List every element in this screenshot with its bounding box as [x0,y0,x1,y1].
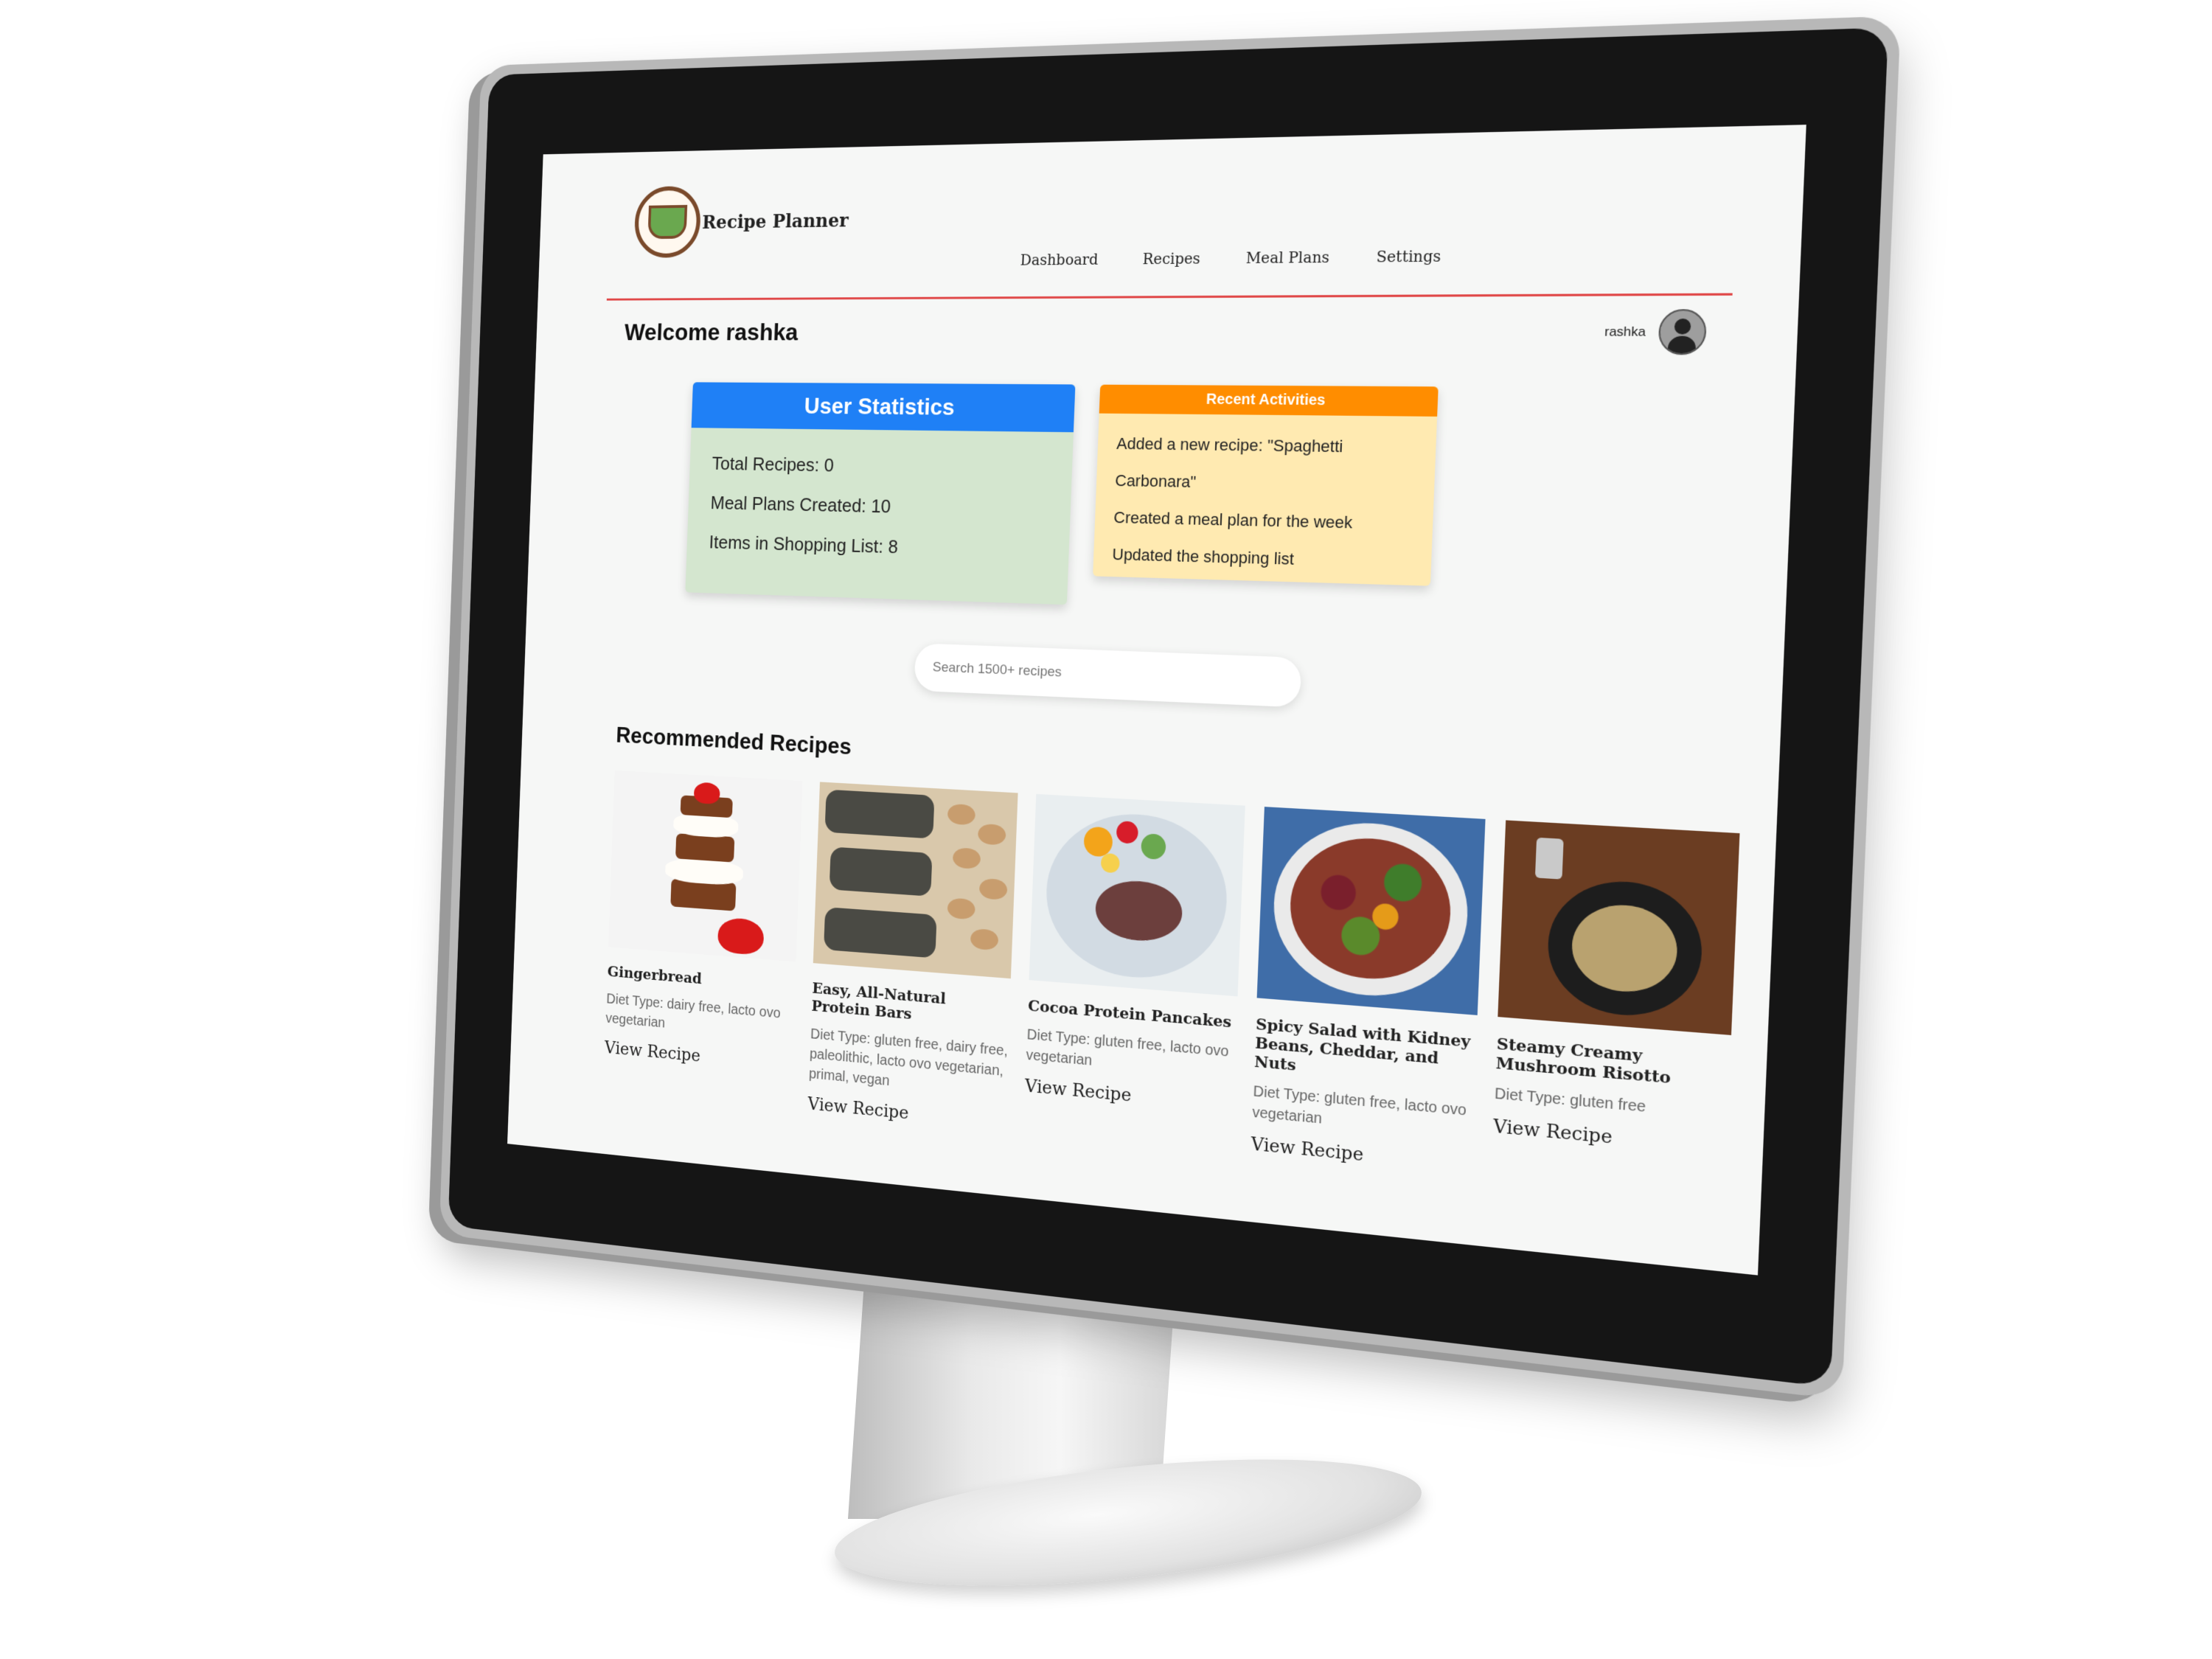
recipe-list: Gingerbread Diet Type: dairy free, lacto… [603,771,1740,1203]
nav-dashboard[interactable]: Dashboard [1020,251,1099,269]
recipe-diet-type: Diet Type: dairy free, lacto ovo vegetar… [605,990,794,1045]
recent-activities-card: Recent Activities Added a new recipe: "S… [1093,385,1439,586]
recipe-diet-type: Diet Type: gluten free, lacto ovo vegeta… [1252,1081,1474,1144]
user-statistics-title: User Statistics [692,382,1076,432]
recipe-diet-type: Diet Type: gluten free, lacto ovo vegeta… [1026,1024,1236,1083]
recipe-image-mushroom-risotto[interactable] [1498,820,1739,1035]
recipe-card: Cocoa Protein Pancakes Diet Type: gluten… [1023,794,1245,1155]
activity-item: Added a new recipe: "Spaghetti Carbonara… [1114,425,1416,505]
recipe-card: Steamy Creamy Mushroom Risotto Diet Type… [1491,820,1739,1203]
recipe-name: Spicy Salad with Kidney Beans, Cheddar, … [1254,1015,1477,1090]
recipe-card: Spicy Salad with Kidney Beans, Cheddar, … [1251,807,1486,1178]
nav-meal-plans[interactable]: Meal Plans [1245,248,1329,267]
welcome-heading: Welcome rashka [624,319,799,347]
recipe-name: Gingerbread [607,962,795,995]
recipe-image-protein-bars[interactable] [813,782,1018,978]
view-recipe-link[interactable]: View Recipe [1251,1133,1364,1165]
app-screen: Recipe Planner Dashboard Recipes Meal Pl… [507,125,1806,1275]
pot-icon [647,205,687,239]
nav-settings[interactable]: Settings [1376,247,1441,266]
recipe-name: Cocoa Protein Pancakes [1028,996,1237,1032]
main-nav: Dashboard Recipes Meal Plans Settings [1020,247,1441,269]
recipe-card: Gingerbread Diet Type: dairy free, lacto… [603,771,803,1112]
app-header: Recipe Planner Dashboard Recipes Meal Pl… [607,158,1739,300]
user-menu[interactable]: rashka [1604,309,1707,355]
activity-item: Updated the shopping list [1112,536,1412,582]
stat-total-recipes: Total Recipes: 0 [712,443,1049,489]
monitor-bezel: Recipe Planner Dashboard Recipes Meal Pl… [448,27,1889,1387]
user-statistics-body: Total Recipes: 0 Meal Plans Created: 10 … [686,428,1074,588]
monitor: Recipe Planner Dashboard Recipes Meal Pl… [439,15,1901,1399]
view-recipe-link[interactable]: View Recipe [807,1093,909,1123]
view-recipe-link[interactable]: View Recipe [1024,1076,1131,1106]
user-statistics-card: User Statistics Total Recipes: 0 Meal Pl… [685,382,1075,605]
nav-recipes[interactable]: Recipes [1142,249,1200,268]
view-recipe-link[interactable]: View Recipe [605,1037,701,1065]
recent-activities-title: Recent Activities [1099,385,1439,417]
view-recipe-link[interactable]: View Recipe [1493,1116,1613,1148]
avatar[interactable] [1658,309,1707,355]
app-logo[interactable] [633,186,701,258]
recent-activities-body: Added a new recipe: "Spaghetti Carbonara… [1093,414,1437,586]
brand-name[interactable]: Recipe Planner [702,210,849,234]
recipe-card: Easy, All-Natural Protein Bars Diet Type… [807,782,1018,1133]
stat-shopping-items: Items in Shopping List: 8 [709,522,1046,571]
recipe-name: Easy, All-Natural Protein Bars [811,978,1010,1031]
recipe-name: Steamy Creamy Mushroom Risotto [1495,1034,1731,1092]
recipe-image-spicy-salad[interactable] [1257,807,1486,1015]
user-name: rashka [1604,324,1646,340]
recommended-recipes-heading: Recommended Recipes [616,722,852,760]
recipe-diet-type: Diet Type: gluten free, dairy free, pale… [809,1024,1009,1102]
recipe-image-gingerbread[interactable] [608,771,803,961]
recipe-search-input[interactable] [914,643,1301,707]
recipe-image-cocoa-pancakes[interactable] [1029,794,1245,997]
